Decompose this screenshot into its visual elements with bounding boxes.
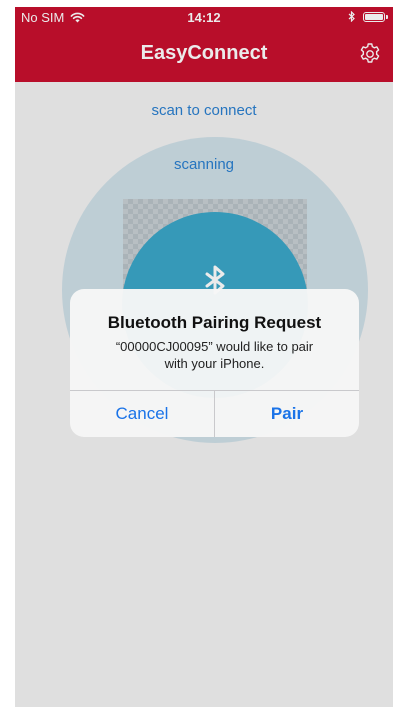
pair-button[interactable]: Pair (215, 391, 359, 437)
alert-message-line1: “00000CJ00095” would like to pair (115, 339, 314, 354)
phone-screen: No SIM 14:12 EasyConnect scan to connect… (15, 7, 393, 707)
alert-message: “00000CJ00095” would like to pair with y… (90, 338, 339, 372)
pairing-alert: Bluetooth Pairing Request “00000CJ00095”… (70, 289, 359, 437)
alert-message-line2: with your iPhone. (164, 356, 265, 371)
alert-title: Bluetooth Pairing Request (107, 313, 322, 332)
cancel-button[interactable]: Cancel (70, 391, 214, 437)
